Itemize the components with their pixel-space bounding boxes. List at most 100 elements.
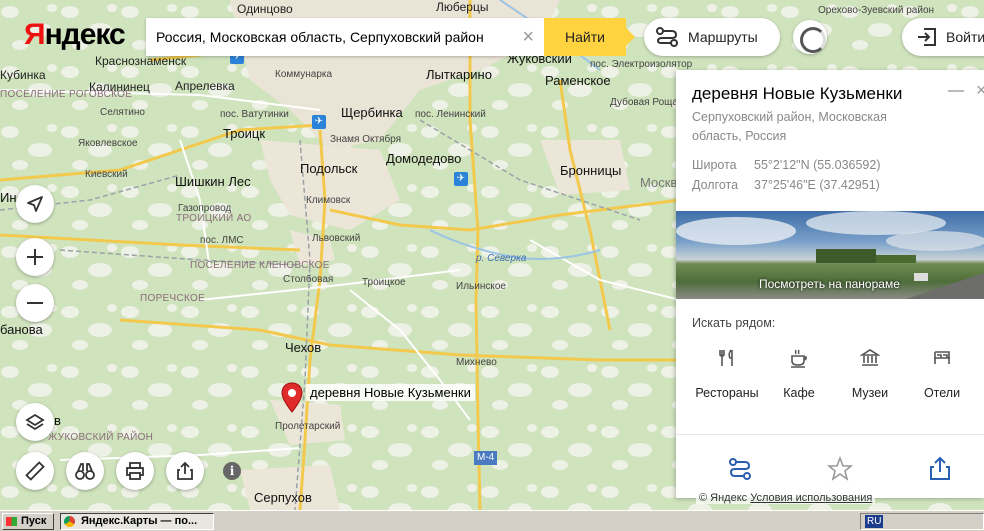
place-title: деревня Новые Кузьменки <box>692 84 903 103</box>
nearby-restaurants[interactable]: Рестораны <box>692 348 762 402</box>
nearby-label: Музеи <box>851 386 889 400</box>
close-icon[interactable]: × <box>976 80 984 101</box>
taskbar: Пуск Яндекс.Карты — по... RU <box>0 510 984 531</box>
minimize-icon[interactable] <box>948 82 966 98</box>
panorama-button[interactable] <box>66 452 104 490</box>
map-label: Краснознаменск <box>95 54 187 68</box>
map-label: Троицкое <box>362 277 406 288</box>
map-label: Климовск <box>306 195 351 206</box>
place-address: Серпуховский район, Московская область, … <box>692 110 887 143</box>
map-label: Орехово-Зуевский район <box>818 5 935 16</box>
map-label: в <box>54 413 61 428</box>
longitude-row: Долгота 37°25'46"E (37.42951) <box>692 178 880 192</box>
district-label: ПОРЕЧСКОЕ <box>140 293 206 304</box>
nearby-label: Рестораны <box>695 386 759 400</box>
nearby-title: Искать рядом: <box>692 316 776 330</box>
login-label: Войти <box>946 29 984 45</box>
highway-badge: М-4 <box>474 451 498 465</box>
river-label: р. Северка <box>476 253 527 264</box>
print-button[interactable] <box>116 452 154 490</box>
map-label: Коммунарка <box>275 69 333 80</box>
zoom-in-icon <box>27 249 43 265</box>
map-label: Лыткарино <box>426 67 492 82</box>
ruler-icon <box>25 461 45 481</box>
map-label: Люберцы <box>436 0 489 14</box>
locate-button[interactable] <box>16 185 54 223</box>
airport-icon: ✈ <box>312 115 326 129</box>
place-card: деревня Новые Кузьменки × Серпуховский р… <box>676 70 984 498</box>
routes-button[interactable]: Маршруты <box>644 18 780 56</box>
nearby-label: Кафе <box>783 386 815 400</box>
district-label: ТРОИЦКИЙ АО <box>176 213 252 224</box>
panorama-label: Посмотреть на панораме <box>759 277 900 291</box>
panorama-preview[interactable]: Посмотреть на панораме <box>676 211 984 299</box>
map-label: Знамя Октября <box>330 134 402 145</box>
latitude-value: 55°2'12"N (55.036592) <box>754 158 881 172</box>
restaurant-icon <box>719 349 733 366</box>
map-label: Михнево <box>456 357 497 368</box>
copyright: © Яндекс Условия использования <box>696 492 876 504</box>
map-label: пос. ЛМС <box>200 235 244 246</box>
yandex-logo[interactable]: Яндекс <box>24 18 126 52</box>
museum-icon <box>860 349 880 366</box>
nearby-museums[interactable]: Музеи <box>835 348 905 402</box>
map-label: Щербинка <box>341 105 403 120</box>
login-icon <box>918 28 936 46</box>
route-icon[interactable] <box>725 454 755 484</box>
pin-label: деревня Новые Кузьменки <box>306 384 475 401</box>
route-icon <box>656 27 678 47</box>
map-label: Яковлевское <box>78 138 138 149</box>
coffee-icon <box>791 349 808 368</box>
map-label: Селятино <box>100 107 145 118</box>
latitude-label: Широта <box>692 158 737 172</box>
map-label: Шишкин Лес <box>175 174 251 189</box>
zoom-out-icon <box>27 302 43 304</box>
find-button[interactable]: Найти <box>544 18 635 56</box>
search-box[interactable]: × <box>146 18 544 56</box>
map-label: Троицк <box>223 126 266 141</box>
share-icon <box>177 461 193 480</box>
share-icon[interactable] <box>925 454 955 484</box>
nearby-hotels[interactable]: Отели <box>907 348 977 402</box>
map-label: Столбовая <box>283 274 334 285</box>
district-label: ЖУКОВСКИЙ РАЙОН <box>48 432 154 443</box>
layers-icon <box>25 413 45 431</box>
loading-spinner-icon <box>793 20 827 54</box>
nearby-cafe[interactable]: Кафе <box>764 348 834 402</box>
print-icon <box>126 462 144 480</box>
search-input[interactable] <box>146 18 506 56</box>
login-button[interactable]: Войти <box>902 18 984 56</box>
location-pin-icon[interactable] <box>281 382 303 418</box>
district-label: ПОСЕЛЕНИЕ РОГОВСКОЕ <box>0 89 133 100</box>
map-label: пос. Ватутинки <box>220 109 289 120</box>
ruler-button[interactable] <box>16 452 54 490</box>
map-label: Дубовая Роща <box>610 97 678 108</box>
map-label: Ильинское <box>456 281 506 292</box>
info-icon[interactable]: i <box>223 462 241 480</box>
copyright-text: © Яндекс <box>699 492 748 504</box>
binoculars-icon <box>75 463 95 480</box>
locate-icon <box>27 196 43 212</box>
zoom-in-button[interactable] <box>16 238 54 276</box>
star-icon[interactable] <box>825 454 855 484</box>
layers-button[interactable] <box>16 403 54 441</box>
clear-icon[interactable]: × <box>522 27 534 47</box>
map-label: Серпухов <box>254 490 312 505</box>
share-button[interactable] <box>166 452 204 490</box>
map-label: Киевский <box>85 169 128 180</box>
map-label: Чехов <box>285 340 322 355</box>
language-indicator[interactable]: RU <box>865 515 884 528</box>
zoom-out-button[interactable] <box>16 284 54 322</box>
longitude-label: Долгота <box>692 178 739 192</box>
map-label: Пролетарский <box>275 421 341 432</box>
start-button[interactable]: Пуск <box>2 513 54 530</box>
map-label: Одинцово <box>237 2 293 16</box>
terms-link[interactable]: Условия использования <box>750 492 872 504</box>
nearby-label: Отели <box>923 386 961 400</box>
longitude-value: 37°25'46"E (37.42951) <box>754 178 880 192</box>
taskbar-item-browser[interactable]: Яндекс.Карты — по... <box>60 513 214 530</box>
map-label: Раменское <box>545 73 611 88</box>
map-label: банова <box>0 322 43 337</box>
district-label: ПОСЕЛЕНИЕ КЛЕНОВСКОЕ <box>190 260 330 271</box>
routes-label: Маршруты <box>688 29 758 45</box>
